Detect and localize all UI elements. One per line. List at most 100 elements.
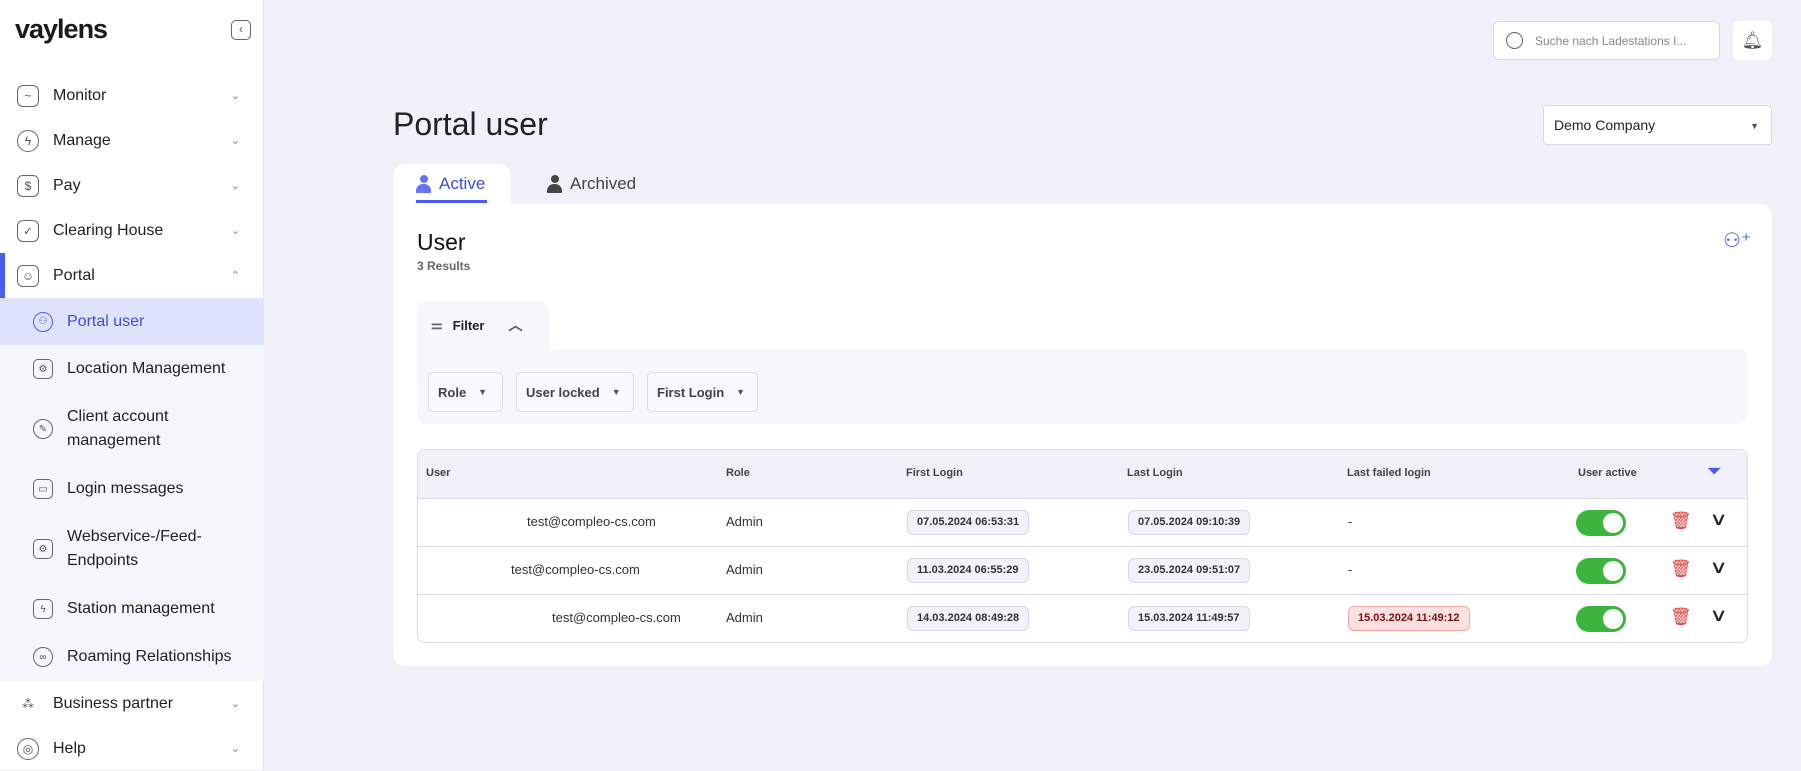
user-icon: [547, 175, 562, 193]
users-table: User Role First Login Last Login Last fa…: [417, 449, 1748, 643]
first-login-filter[interactable]: First Login ▼: [647, 372, 758, 412]
role-filter[interactable]: Role ▼: [428, 372, 503, 412]
add-user-button[interactable]: ⚇⁺: [1723, 228, 1752, 253]
sidebar-item-client-account[interactable]: ✎ Client account management: [0, 393, 264, 465]
location-gear-icon: ⚙: [33, 359, 53, 379]
dollar-icon: $: [17, 174, 39, 197]
chevron-down-icon: ⌄: [230, 135, 240, 147]
nav-clearing-house[interactable]: ✓ Clearing House ⌄: [0, 208, 264, 253]
chevron-down-icon[interactable]: ∨: [1709, 509, 1727, 530]
nav-label: Station management: [67, 600, 215, 617]
header-last-failed-login[interactable]: Last failed login: [1347, 467, 1431, 479]
sidebar-item-portal-user[interactable]: ⚇ Portal user: [0, 298, 264, 345]
header-role[interactable]: Role: [726, 467, 750, 479]
tab-active[interactable]: Active: [393, 164, 511, 204]
table-row: test@compleo-cs.com Admin 11.03.2024 06:…: [418, 546, 1747, 594]
chevron-down-icon: ⌄: [230, 743, 240, 755]
trash-icon[interactable]: 🗑︎: [1670, 511, 1692, 531]
table-row: test@compleo-cs.com Admin 07.05.2024 06:…: [418, 498, 1747, 546]
monitor-message-icon: ▭: [33, 479, 53, 499]
filter-search-icon[interactable]: ⏷: [1708, 463, 1721, 481]
last-failed-login: -: [1348, 562, 1353, 577]
user-active-toggle[interactable]: [1576, 510, 1626, 536]
bolt-icon: ϟ: [17, 129, 39, 152]
nav-label: Webservice-/Feed-Endpoints: [67, 528, 202, 569]
header-first-login[interactable]: First Login: [906, 467, 963, 479]
chevron-down-icon: ⌄: [230, 698, 240, 710]
header-user[interactable]: User: [426, 467, 450, 479]
roaming-icon: ∞: [33, 647, 53, 667]
nav-label: Pay: [53, 176, 81, 194]
company-value: Demo Company: [1554, 117, 1656, 133]
nav-label: Clearing House: [53, 221, 164, 239]
card-title: User: [417, 229, 466, 255]
last-failed-login-badge: 15.03.2024 11:49:12: [1348, 606, 1470, 631]
header-user-active[interactable]: User active: [1578, 467, 1637, 479]
clipboard-check-icon: ✓: [17, 219, 39, 242]
first-login-badge: 07.05.2024 06:53:31: [907, 510, 1030, 535]
chevron-up-icon: ⌃: [230, 270, 240, 282]
sidebar-item-station-management[interactable]: ϟ Station management: [0, 585, 264, 633]
page-title: Portal user: [393, 106, 548, 142]
dropdown-label: First Login: [657, 384, 725, 400]
last-failed-login: -: [1348, 514, 1353, 529]
chevron-down-icon: ⌄: [230, 180, 240, 192]
company-select[interactable]: Demo Company ▼: [1543, 105, 1772, 145]
header-last-login[interactable]: Last Login: [1127, 467, 1183, 479]
sliders-icon: ⚌: [431, 317, 443, 332]
chevron-down-icon[interactable]: ∨: [1709, 557, 1727, 578]
chevron-down-icon: ⌄: [230, 90, 240, 102]
sidebar-item-webservice[interactable]: ⚙ Webservice-/Feed-Endpoints: [0, 513, 264, 585]
nav-label: Client account management: [67, 408, 169, 449]
tab-archived[interactable]: Archived: [547, 164, 636, 204]
nav-business-partner[interactable]: ⁂ Business partner ⌄: [0, 681, 264, 726]
caret-down-icon: ▼: [736, 387, 746, 397]
user-active-toggle[interactable]: [1576, 606, 1626, 632]
user-email: test@compleo-cs.com: [527, 514, 656, 529]
nav-help[interactable]: ◎ Help ⌄: [0, 726, 264, 771]
network-icon: ⁂: [22, 696, 34, 711]
filter-toggle[interactable]: ⚌ Filter ︿: [417, 301, 549, 349]
user-locked-filter[interactable]: User locked ▼: [516, 372, 634, 412]
trash-icon[interactable]: 🗑︎: [1670, 607, 1692, 627]
sidebar-item-login-messages[interactable]: ▭ Login messages: [0, 465, 264, 513]
bell-icon: 🔔︎: [1741, 31, 1764, 50]
nav-label: Business partner: [53, 694, 174, 712]
search-input[interactable]: Suche nach Ladestations I...: [1493, 21, 1720, 60]
notifications-button[interactable]: 🔔︎: [1733, 21, 1772, 60]
user-email: test@compleo-cs.com: [552, 610, 681, 625]
collapse-sidebar-button[interactable]: ‹: [231, 20, 251, 40]
nav-monitor[interactable]: ~ Monitor ⌄: [0, 73, 264, 118]
sidebar-item-roaming[interactable]: ∞ Roaming Relationships: [0, 633, 264, 681]
trash-icon[interactable]: 🗑︎: [1670, 559, 1692, 579]
nav-label: Login messages: [67, 480, 184, 497]
table-header: User Role First Login Last Login Last fa…: [418, 450, 1747, 498]
sidebar-item-location-management[interactable]: ⚙ Location Management: [0, 345, 264, 393]
nav-label: Portal: [53, 266, 95, 284]
first-login-badge: 11.03.2024 06:55:29: [907, 558, 1029, 583]
caret-down-icon: ▼: [1750, 121, 1759, 131]
filter-label: Filter: [452, 317, 485, 333]
tab-label: Active: [439, 173, 486, 193]
search-placeholder: Suche nach Ladestations I...: [1535, 33, 1687, 48]
add-user-icon: ⚇⁺: [1723, 230, 1752, 252]
user-role: Admin: [726, 562, 763, 577]
nav-pay[interactable]: $ Pay ⌄: [0, 163, 264, 208]
user-shield-icon: ☺: [17, 264, 39, 287]
user-email: test@compleo-cs.com: [511, 562, 640, 577]
nav-label: Location Management: [67, 360, 226, 377]
nav-manage[interactable]: ϟ Manage ⌄: [0, 118, 264, 163]
file-gear-icon: ⚙: [33, 539, 53, 559]
last-login-badge: 23.05.2024 09:51:07: [1128, 558, 1251, 583]
chevron-down-icon[interactable]: ∨: [1709, 605, 1727, 626]
nav-portal[interactable]: ☺ Portal ⌃: [0, 253, 264, 298]
table-row: test@compleo-cs.com Admin 14.03.2024 08:…: [418, 594, 1747, 642]
nav-label: Portal user: [67, 312, 145, 330]
caret-down-icon: ▼: [478, 387, 488, 397]
lifebuoy-icon: ◎: [17, 737, 39, 760]
first-login-badge: 14.03.2024 08:49:28: [907, 606, 1030, 631]
user-active-toggle[interactable]: [1576, 558, 1626, 584]
nav-label: Monitor: [53, 86, 107, 104]
chevron-down-icon: ⌄: [230, 225, 240, 237]
dropdown-label: User locked: [526, 384, 600, 400]
